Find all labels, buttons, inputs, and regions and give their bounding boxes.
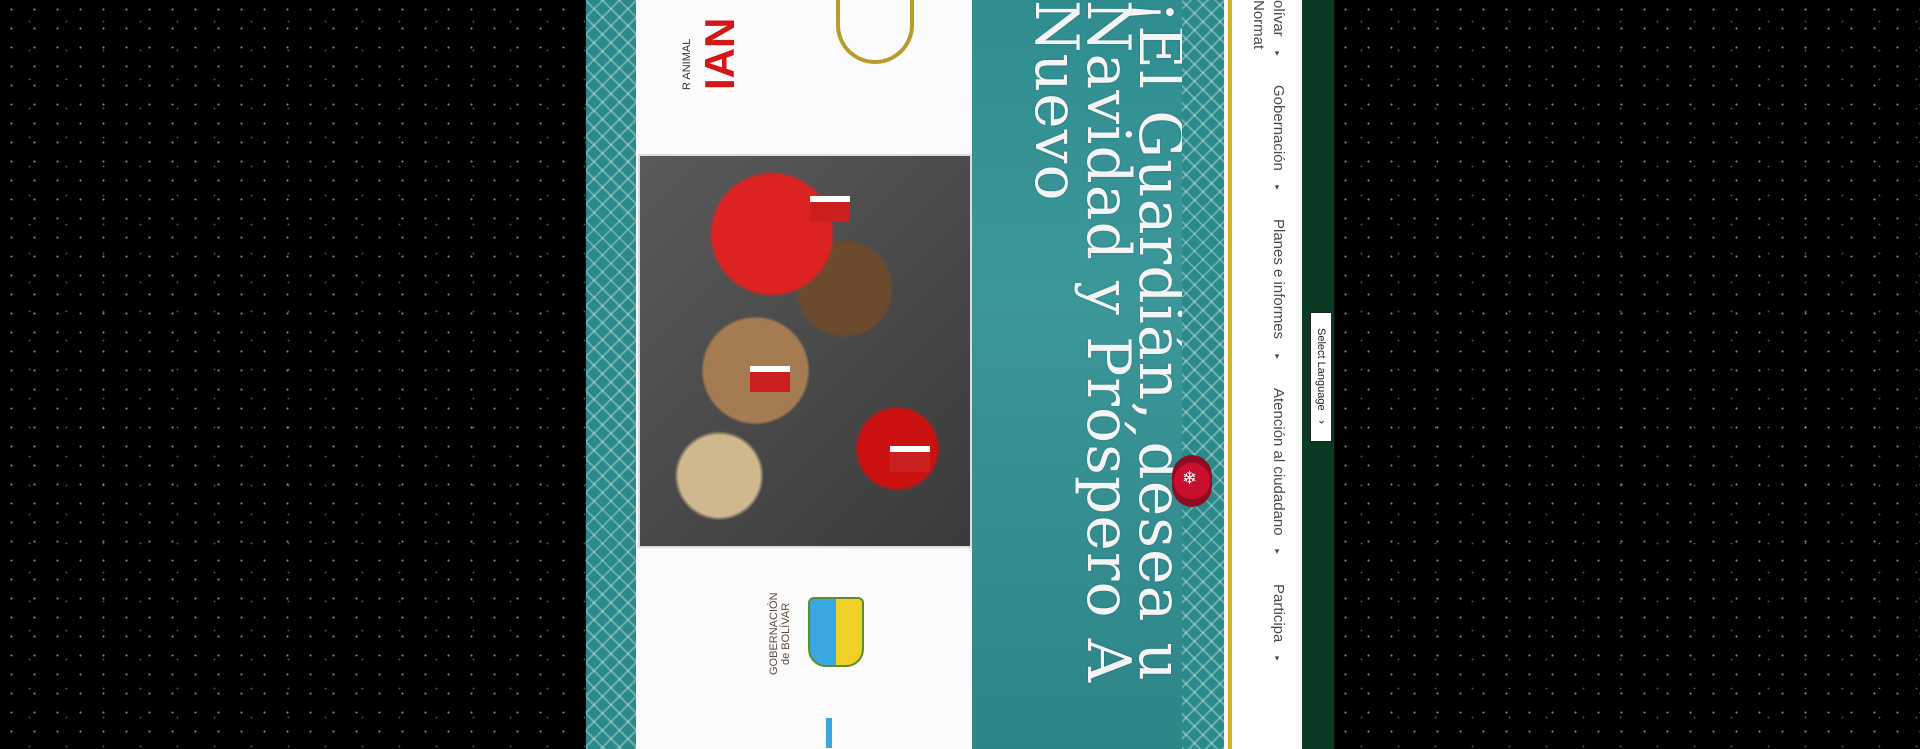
santa-hat-icon	[750, 366, 790, 392]
chevron-down-icon: ▾	[1273, 547, 1283, 558]
nav-item-atencion[interactable]: Atención al ciudadano ▾	[1268, 388, 1288, 558]
nav-item-normatividad[interactable]: Normat	[1248, 0, 1268, 49]
nav-item-participa[interactable]: Participa ▾	[1268, 584, 1288, 665]
nav-item-bolivar[interactable]: olívar ▾	[1268, 0, 1288, 59]
santa-hat-icon	[890, 446, 930, 472]
nav-item-label: Normat	[1250, 0, 1267, 50]
nav-item-label: Planes e informes	[1270, 219, 1287, 340]
nav-item-label: Atención al ciudadano	[1270, 387, 1287, 536]
chevron-down-icon: ▾	[1273, 183, 1283, 194]
chevron-down-icon: ▾	[1273, 48, 1283, 59]
santa-hat-icon	[810, 196, 850, 222]
language-select-label: Select Language	[1315, 327, 1327, 411]
gobernacion-logo: GOBERNACIÓN de BOLÍVAR	[768, 585, 881, 685]
logo-wordmark: IAN	[696, 17, 743, 90]
page-strip: IAN R ANIMAL GOBERNACIÓN de BOLÍVAR ¡El …	[586, 0, 1334, 749]
nav-item-gobernacion[interactable]: Gobernación ▾	[1268, 85, 1288, 193]
gobernacion-logo-text: GOBERNACIÓN de BOLÍVAR	[768, 592, 792, 675]
nav-item-planes[interactable]: Planes e informes ▾	[1268, 219, 1288, 361]
nav-item-label: olívar	[1270, 0, 1287, 37]
banner-greeting: ¡El Guardián, desea u Navidad y Próspero…	[1021, 0, 1195, 684]
snowflake-icon: ❄	[1182, 468, 1198, 488]
chevron-down-icon: ▾	[1273, 654, 1283, 665]
pets-christmas-photo	[638, 154, 972, 548]
decorative-pattern-left	[586, 0, 636, 749]
chevron-down-icon: ⌄	[1315, 413, 1327, 427]
coat-of-arms-icon	[808, 597, 864, 667]
decorative-pattern-right	[1182, 0, 1224, 749]
divider	[826, 718, 832, 748]
christmas-ornament-badge: ❄	[1172, 455, 1212, 507]
chevron-down-icon: ▾	[1273, 351, 1283, 362]
logo-tagline: R ANIMAL	[681, 38, 693, 90]
language-select[interactable]: Select Language ⌄	[1310, 312, 1332, 442]
nav-item-label: Gobernación	[1270, 85, 1287, 171]
nav-items: olívar ▾ Gobernación ▾ Planes e informes…	[1248, 0, 1288, 749]
nav-item-label: Participa	[1270, 583, 1287, 643]
main-navigation: olívar ▾ Gobernación ▾ Planes e informes…	[1228, 0, 1296, 749]
